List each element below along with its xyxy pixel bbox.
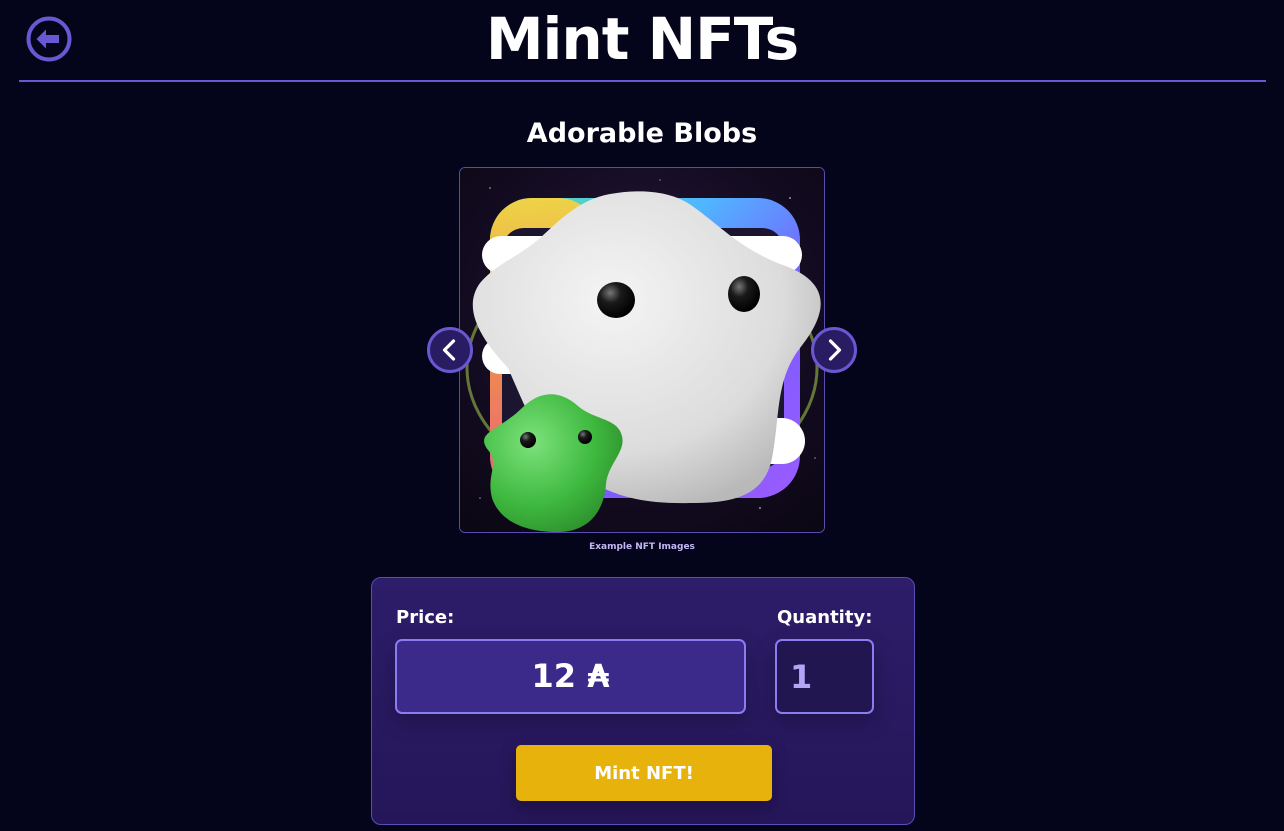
mint-nft-button[interactable]: Mint NFT! [516,745,772,801]
mint-page: Mint NFTs Adorable Blobs Example NFT Ima… [0,0,1284,831]
quantity-label: Quantity: [777,607,873,628]
header-divider [19,80,1266,82]
carousel-next-button[interactable] [811,327,857,373]
nft-blob-illustration [460,168,824,532]
page-title: Mint NFTs [485,5,799,73]
chevron-right-icon [811,327,857,373]
nft-preview-image [459,167,825,533]
chevron-left-icon [427,327,473,373]
price-value: 12 ₳ [395,639,746,714]
image-caption: Example NFT Images [589,542,695,552]
price-label: Price: [396,607,455,628]
mint-panel: Price: Quantity: 12 ₳ Mint NFT! [371,577,915,825]
carousel-prev-button[interactable] [427,327,473,373]
quantity-input[interactable] [775,639,874,714]
collection-title: Adorable Blobs [526,118,758,149]
